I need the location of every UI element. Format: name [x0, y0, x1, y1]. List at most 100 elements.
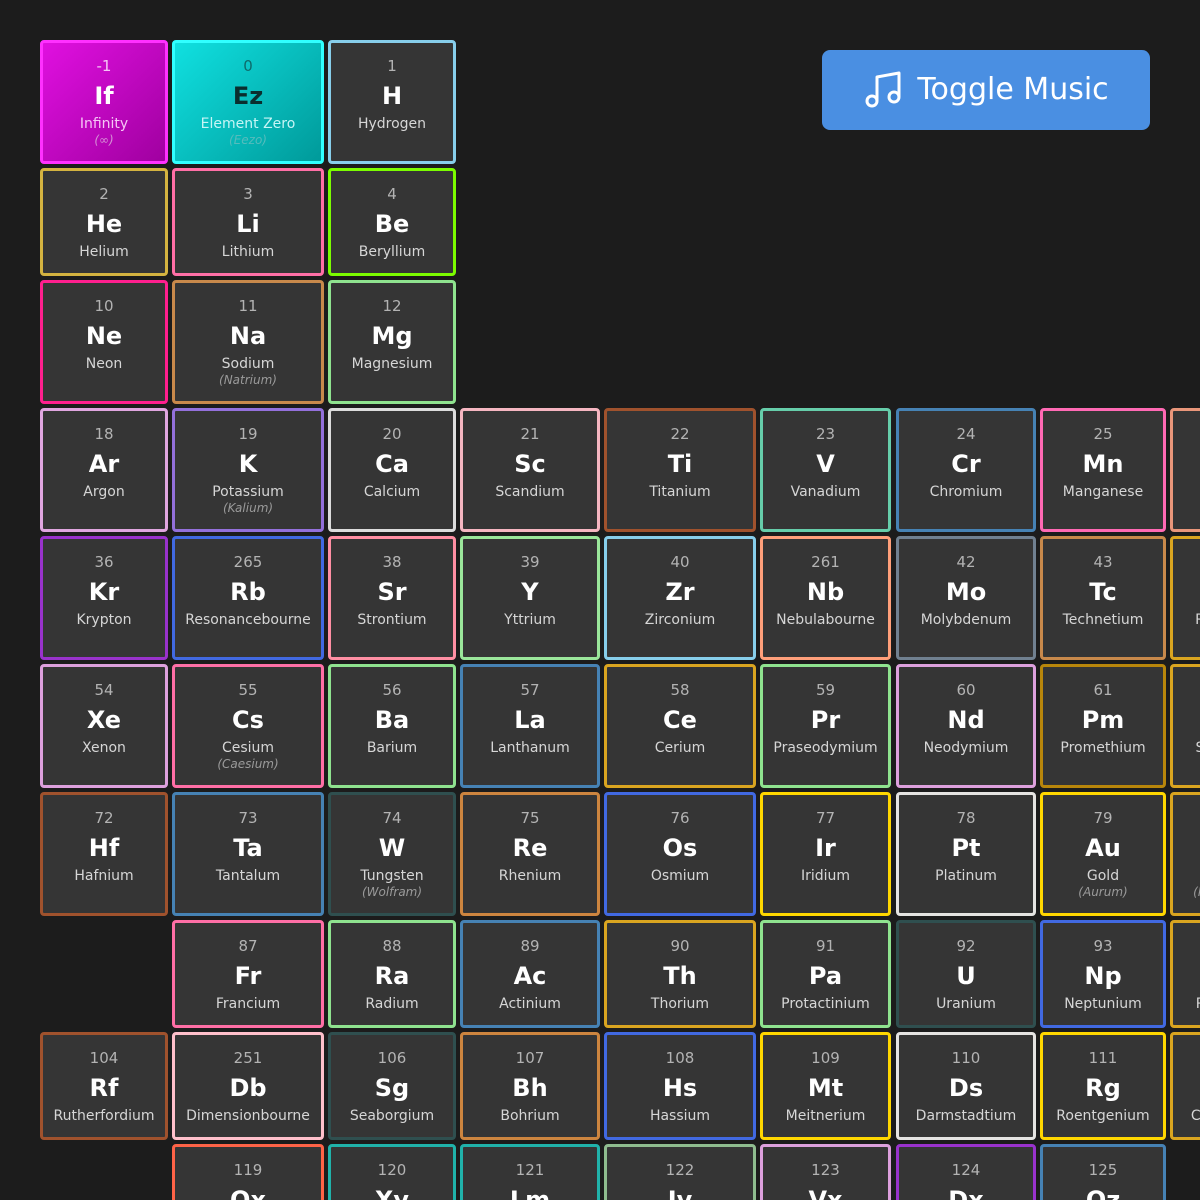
element-tile[interactable]: 107 Bh Bohrium: [460, 1032, 600, 1140]
element-name: Potassium: [212, 484, 284, 500]
element-tile[interactable]: 124 Dx: [896, 1144, 1036, 1200]
element-name: Darmstadtium: [915, 1108, 1017, 1124]
element-number: 72: [94, 809, 114, 827]
element-tile[interactable]: 25 Mn Manganese: [1040, 408, 1166, 532]
element-number: 39: [520, 553, 540, 571]
element-name: Hassium: [649, 1108, 711, 1124]
element-tile[interactable]: 19 K Potassium (Kalium): [172, 408, 324, 532]
element-symbol: He: [85, 210, 123, 238]
element-tile[interactable]: 92 U Uranium: [896, 920, 1036, 1028]
element-tile[interactable]: 108 Hs Hassium: [604, 1032, 756, 1140]
element-tile[interactable]: 90 Th Thorium: [604, 920, 756, 1028]
element-name: Sodium: [221, 356, 275, 372]
element-tile[interactable]: 125 Qz: [1040, 1144, 1166, 1200]
element-number: 92: [956, 937, 976, 955]
element-tile[interactable]: 57 La Lanthanum: [460, 664, 600, 788]
element-symbol: Nd: [947, 706, 985, 734]
element-tile[interactable]: 1 H Hydrogen: [328, 40, 456, 164]
element-name: Roentgenium: [1056, 1108, 1150, 1124]
element-tile[interactable]: 74 W Tungsten (Wolfram): [328, 792, 456, 916]
element-tile[interactable]: 11 Na Sodium (Natrium): [172, 280, 324, 404]
element-tile[interactable]: 78 Pt Platinum: [896, 792, 1036, 916]
element-symbol: Bh: [512, 1074, 548, 1102]
element-number: 42: [956, 553, 976, 571]
element-tile[interactable]: 110 Ds Darmstadtium: [896, 1032, 1036, 1140]
element-name: Promethium: [1060, 740, 1146, 756]
element-tile[interactable]: 39 Y Yttrium: [460, 536, 600, 660]
element-tile[interactable]: 43 Tc Technetium: [1040, 536, 1166, 660]
element-tile[interactable]: 104 Rf Rutherfordium: [40, 1032, 168, 1140]
element-tile[interactable]: 36 Kr Krypton: [40, 536, 168, 660]
element-tile[interactable]: 3 Li Lithium: [172, 168, 324, 276]
element-name: Actinium: [499, 996, 561, 1012]
element-symbol: Nb: [806, 578, 845, 606]
element-tile[interactable]: 93 Np Neptunium: [1040, 920, 1166, 1028]
element-tile[interactable]: 38 Sr Strontium: [328, 536, 456, 660]
element-tile[interactable]: 77 Ir Iridium: [760, 792, 891, 916]
element-tile[interactable]: 79 Au Gold (Aurum): [1040, 792, 1166, 916]
element-tile[interactable]: 111 Rg Roentgenium: [1040, 1032, 1166, 1140]
element-tile[interactable]: 21 Sc Scandium: [460, 408, 600, 532]
element-tile[interactable]: 20 Ca Calcium: [328, 408, 456, 532]
element-tile[interactable]: 54 Xe Xenon: [40, 664, 168, 788]
element-name: Cesium: [221, 740, 275, 756]
element-tile[interactable]: 61 Pm Promethium: [1040, 664, 1166, 788]
element-tile[interactable]: 4 Be Beryllium: [328, 168, 456, 276]
element-name: Francium: [215, 996, 281, 1012]
element-tile[interactable]: 10 Ne Neon: [40, 280, 168, 404]
element-symbol: Ac: [513, 962, 547, 990]
element-tile[interactable]: P: [1170, 920, 1200, 1028]
element-name: Meitnerium: [785, 1108, 866, 1124]
element-number: 60: [956, 681, 976, 699]
element-tile[interactable]: 106 Sg Seaborgium: [328, 1032, 456, 1140]
element-tile[interactable]: 88 Ra Radium: [328, 920, 456, 1028]
element-tile[interactable]: 59 Pr Praseodymium: [760, 664, 891, 788]
element-tile[interactable]: -1 If Infinity (∞): [40, 40, 168, 164]
element-number: 57: [520, 681, 540, 699]
element-tile[interactable]: (H: [1170, 792, 1200, 916]
element-tile[interactable]: 23 V Vanadium: [760, 408, 891, 532]
element-tile[interactable]: S: [1170, 664, 1200, 788]
element-tile[interactable]: 72 Hf Hafnium: [40, 792, 168, 916]
element-tile[interactable]: 75 Re Rhenium: [460, 792, 600, 916]
element-tile[interactable]: 60 Nd Neodymium: [896, 664, 1036, 788]
element-number: 12: [382, 297, 402, 315]
element-tile[interactable]: 122 Jv: [604, 1144, 756, 1200]
element-tile[interactable]: 109 Mt Meitnerium: [760, 1032, 891, 1140]
element-alt-name: (Aurum): [1078, 885, 1128, 899]
element-tile[interactable]: 0 Ez Element Zero (Eezo): [172, 40, 324, 164]
element-number: 1: [387, 57, 397, 75]
element-tile[interactable]: 123 Vx: [760, 1144, 891, 1200]
element-tile[interactable]: 261 Nb Nebulabourne: [760, 536, 891, 660]
element-tile[interactable]: 121 Lm: [460, 1144, 600, 1200]
element-symbol: Dx: [948, 1186, 984, 1200]
element-tile[interactable]: 2 He Helium: [40, 168, 168, 276]
element-symbol: Xy: [374, 1186, 410, 1200]
element-tile[interactable]: 251 Db Dimensionbourne: [172, 1032, 324, 1140]
element-tile[interactable]: 89 Ac Actinium: [460, 920, 600, 1028]
element-tile[interactable]: 56 Ba Barium: [328, 664, 456, 788]
element-tile[interactable]: R: [1170, 536, 1200, 660]
element-tile[interactable]: 40 Zr Zirconium: [604, 536, 756, 660]
element-alt-name: (Kalium): [222, 501, 274, 515]
element-tile[interactable]: 58 Ce Cerium: [604, 664, 756, 788]
element-tile[interactable]: 76 Os Osmium: [604, 792, 756, 916]
element-tile[interactable]: 265 Rb Resonancebourne: [172, 536, 324, 660]
element-tile[interactable]: 87 Fr Francium: [172, 920, 324, 1028]
element-tile[interactable]: 24 Cr Chromium: [896, 408, 1036, 532]
element-name: Co: [1190, 1108, 1200, 1124]
element-tile[interactable]: 18 Ar Argon: [40, 408, 168, 532]
element-tile[interactable]: 120 Xy: [328, 1144, 456, 1200]
element-tile[interactable]: 73 Ta Tantalum: [172, 792, 324, 916]
element-number: 87: [238, 937, 258, 955]
element-tile[interactable]: 55 Cs Cesium (Caesium): [172, 664, 324, 788]
element-tile[interactable]: Co: [1170, 1032, 1200, 1140]
element-tile[interactable]: 91 Pa Protactinium: [760, 920, 891, 1028]
element-tile[interactable]: 12 Mg Magnesium: [328, 280, 456, 404]
element-tile[interactable]: [1170, 408, 1200, 532]
element-tile[interactable]: 42 Mo Molybdenum: [896, 536, 1036, 660]
toggle-music-button[interactable]: Toggle Music: [822, 50, 1150, 130]
element-tile[interactable]: 119 Qx: [172, 1144, 324, 1200]
element-symbol: Mn: [1082, 450, 1124, 478]
element-tile[interactable]: 22 Ti Titanium: [604, 408, 756, 532]
